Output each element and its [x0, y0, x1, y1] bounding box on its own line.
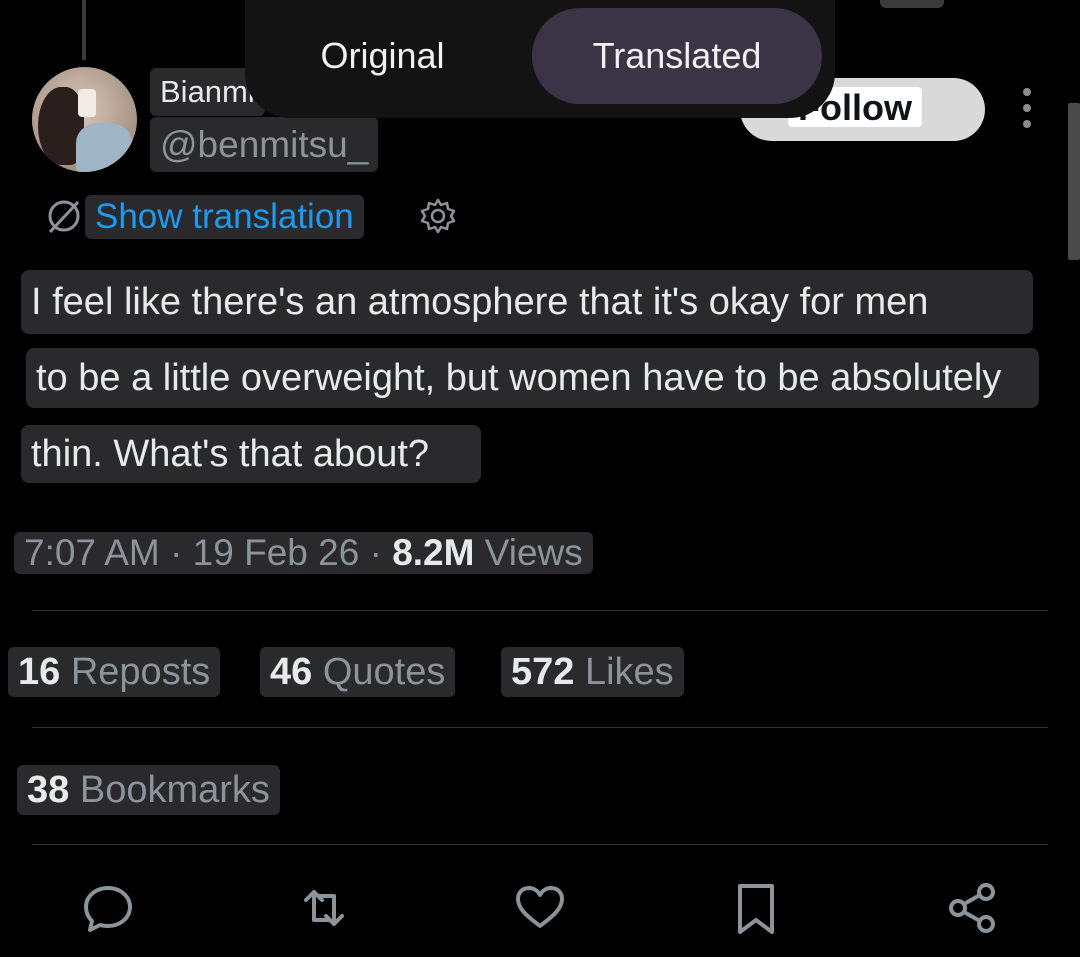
divider — [32, 610, 1048, 611]
views-count: 8.2M — [392, 532, 475, 573]
share-icon[interactable] — [944, 880, 1000, 936]
post-text-line-2: to be a little overweight, but women hav… — [26, 348, 1039, 408]
globe-icon[interactable] — [44, 196, 84, 236]
show-translation-link[interactable]: Show translation — [85, 195, 364, 239]
meta-separator: · — [369, 532, 382, 573]
meta-separator: · — [170, 532, 183, 573]
likes-stat[interactable]: 572 Likes — [501, 647, 684, 697]
post-text-line-1: I feel like there's an atmosphere that i… — [21, 270, 1033, 334]
gear-icon[interactable] — [418, 196, 458, 236]
views-label: Views — [484, 532, 583, 573]
reply-icon[interactable] — [80, 880, 136, 936]
likes-count: 572 — [511, 651, 575, 693]
post-date: 19 Feb 26 — [192, 532, 360, 573]
scrollbar[interactable] — [1068, 103, 1080, 260]
bookmarks-label: Bookmarks — [79, 769, 270, 811]
quotes-count: 46 — [270, 651, 313, 693]
reposts-label: Reposts — [70, 651, 211, 693]
like-icon[interactable] — [512, 880, 568, 936]
translation-toggle: Original Translated — [245, 0, 835, 118]
toggle-translated[interactable]: Translated — [532, 8, 822, 104]
reposts-count: 16 — [18, 651, 61, 693]
likes-label: Likes — [584, 651, 674, 693]
toggle-original[interactable]: Original — [265, 8, 500, 104]
author-handle[interactable]: @benmitsu_ — [150, 117, 379, 172]
post-text-line-3: thin. What's that about? — [21, 425, 481, 483]
quotes-label: Quotes — [322, 651, 446, 693]
divider — [32, 727, 1048, 728]
post-time: 7:07 AM — [24, 532, 160, 573]
more-options-icon[interactable] — [1012, 88, 1042, 132]
repost-icon[interactable] — [296, 880, 352, 936]
bookmarks-count: 38 — [27, 769, 70, 811]
divider — [32, 844, 1048, 845]
avatar-shirt — [76, 123, 132, 172]
thread-line — [82, 0, 86, 60]
post-meta: 7:07 AM · 19 Feb 26 · 8.2M Views — [14, 532, 593, 574]
quotes-stat[interactable]: 46 Quotes — [260, 647, 456, 697]
bookmarks-stat[interactable]: 38 Bookmarks — [17, 765, 280, 815]
top-bar-icon — [880, 0, 944, 8]
reposts-stat[interactable]: 16 Reposts — [8, 647, 221, 697]
bookmark-icon[interactable] — [728, 880, 784, 936]
avatar[interactable] — [32, 67, 137, 172]
avatar-phone — [78, 89, 96, 117]
